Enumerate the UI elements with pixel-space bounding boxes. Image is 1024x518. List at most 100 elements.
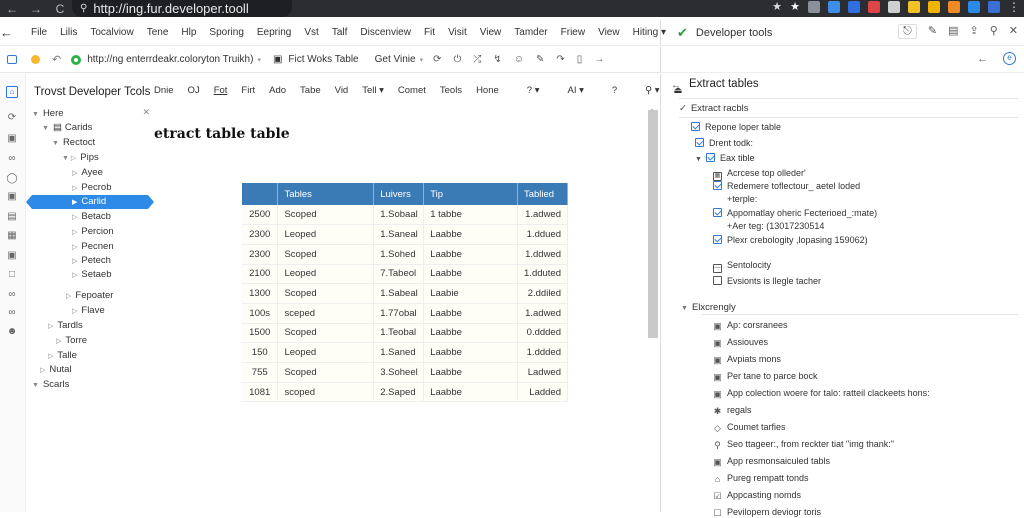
list-item[interactable]: ☐ Pevilopern deviogr toris [713,507,821,518]
list-item[interactable]: ◇ Coumet tarfies [713,422,786,433]
tree-node[interactable]: ▷ Flave [72,305,105,316]
tool-icon[interactable]: ⏻ [453,54,461,65]
chat-icon[interactable]: □ [6,269,18,281]
section-extract-tables[interactable]: ✓ Extract racbls [679,103,749,114]
extension-icon[interactable] [948,1,960,13]
toolbar-item[interactable]: Hone [476,85,499,96]
checkbox-item[interactable]: Drent todk: [695,138,753,148]
bookmark-star-icon[interactable]: ★ [772,1,782,13]
tree-node[interactable]: ▷ Nutal [40,364,72,375]
toolbar-item[interactable]: Tabe [300,85,321,96]
expand-icon[interactable]: ▷ [72,214,77,221]
apps-grid-icon[interactable]: ⋮ [1008,1,1020,13]
table-row[interactable]: 150 Leoped 1.Saned Laabbe 1.ddded [242,342,569,363]
expand-icon[interactable]: ▼ [32,111,39,118]
inbox-icon[interactable]: ▣ [6,250,18,262]
table-row[interactable]: 1081 scoped 2.Saped Laabbe Ladded [242,382,569,403]
tool-icon[interactable]: ↯ [493,54,501,65]
tree-node[interactable]: ▷ Setaeb [72,269,112,280]
tree-node[interactable]: ▼ Here [32,108,64,119]
chain-icon[interactable]: ∞ [6,289,18,301]
tree-node[interactable]: ▷ Betacb [72,211,111,222]
table-row[interactable]: 2300 Scoped 1.Sohed Laabbe 1.ddwed [242,244,569,265]
reload-icon[interactable]: C [48,2,72,16]
checkbox-item[interactable]: Redemere toflectour_ aetel loded [713,181,860,191]
extension-icon[interactable] [908,1,920,13]
toolbar-item[interactable]: Dnie [154,85,174,96]
tree-node[interactable]: ▷ Talle [48,350,77,361]
extension-icon[interactable] [808,1,820,13]
table-row[interactable]: 2300 Leoped 1.Saneal Laabbe 1.ddued [242,224,569,245]
bag-icon[interactable]: ▣ [6,133,18,145]
zoom-icon[interactable]: ⚲ [990,24,998,39]
list-item[interactable]: ▣ App colection woere for talo: ratteil c… [713,388,929,399]
tree-node[interactable]: ▷ Fepoater [66,290,113,301]
extension-icon[interactable] [888,1,900,13]
toolbar-item[interactable]: Vid [335,85,349,96]
tool-icon[interactable]: → [594,54,604,65]
expand-icon[interactable]: ▷ [66,293,71,300]
tool-icon[interactable]: ▯ [577,54,583,65]
toolbar-item[interactable]: Comet [398,85,426,96]
link-icon[interactable]: ∞ [6,153,18,165]
forward-icon[interactable]: → [24,2,48,16]
close-icon[interactable]: ✕ [1009,24,1018,39]
expand-icon[interactable]: ▷ [48,323,53,330]
menu-item[interactable]: Vst [304,27,318,38]
share-icon[interactable]: ⇪ [970,24,979,39]
checkbox-item[interactable]: Repone loper table [691,122,781,132]
clipboard-icon[interactable]: ▤ [6,211,18,223]
toolbar-item[interactable]: ? [612,85,617,96]
table-row[interactable]: 2100 Leoped 7.Tabeol Laabbe 1.dduted [242,264,569,285]
table-header-cell[interactable]: Tablied [517,183,569,205]
expand-icon[interactable]: ▷ [72,170,77,177]
table-row[interactable]: 1300 Scoped 1.Sabeal Laabie 2.ddiled [242,283,569,304]
checkbox-item[interactable]: Plexr crebologity ,lopasing 159062) [713,235,868,245]
list-item[interactable]: ▣ Ap: corsranees [713,320,787,331]
table-row[interactable]: 755 Scoped 3.Soheel Laabbe Ladwed [242,362,569,383]
tree-node-selected[interactable]: ▶ Carlid [26,195,154,209]
menu-item[interactable]: Fit [424,27,435,38]
expand-icon[interactable]: ▼ [42,125,49,132]
home-icon[interactable]: ⌂ [6,86,18,98]
menu-item[interactable]: Sporing [209,27,243,38]
toolbar-item[interactable]: Teols [440,85,462,96]
chevron-down-icon[interactable]: ▾ [257,56,261,64]
list-item[interactable]: ☑ Appcasting nomds [713,490,801,501]
menu-item[interactable]: Discenview [360,27,411,38]
expand-icon[interactable]: ▼ [52,140,59,147]
menu-item[interactable]: Friew [561,27,585,38]
menu-item[interactable]: Eepring [257,27,291,38]
menu-item[interactable]: File [31,27,47,38]
back-icon[interactable]: ← [0,2,24,16]
back-arrow-icon[interactable]: ← [671,80,681,91]
list-item[interactable]: ▣ Assiouves [713,337,768,348]
toolbar-item[interactable]: Firt [241,85,255,96]
tool-icon[interactable]: ⟳ [433,54,441,65]
refresh-icon[interactable]: ⟳ [6,112,18,124]
expand-icon[interactable]: ▷ [72,244,77,251]
tool-icon[interactable]: ⤮ [473,54,481,65]
toolbar-item[interactable]: ⚲ ▾ [645,85,659,96]
list-item[interactable]: ⚲ Seo ttageer:, from reckter tiat "img th… [713,439,894,450]
list-item[interactable]: ✱ regals [713,405,752,416]
menu-item[interactable]: Tamder [514,27,547,38]
url-bar[interactable]: ⚲ http://ing.fur.developer.tooll [72,0,292,17]
menu-item[interactable]: View [598,27,620,38]
expand-icon[interactable]: ▷ [72,229,77,236]
expand-icon[interactable]: ▷ [40,367,45,374]
expand-icon[interactable]: ▼ [32,382,39,389]
list-item[interactable]: ▣ App resmonsaiculed tabls [713,456,830,467]
expand-icon[interactable]: ▷ [72,308,77,315]
extension-icon[interactable] [928,1,940,13]
tree-node[interactable]: ▷ Pecnen [72,241,114,252]
edit-icon[interactable]: ✎ [928,24,937,39]
table-header-cell[interactable]: Tip [423,183,518,205]
menu-item[interactable]: Tocalviow [90,27,133,38]
grid-icon[interactable]: ▦ [6,230,18,242]
table-row[interactable]: 1500 Scoped 1.Teobal Laabbe 0.ddded [242,323,569,344]
toolbar-item[interactable]: Ado [269,85,286,96]
menu-item[interactable]: Tene [147,27,169,38]
tree-node[interactable]: ▷ Percion [72,226,114,237]
tool-icon[interactable]: ✎ [536,54,544,65]
